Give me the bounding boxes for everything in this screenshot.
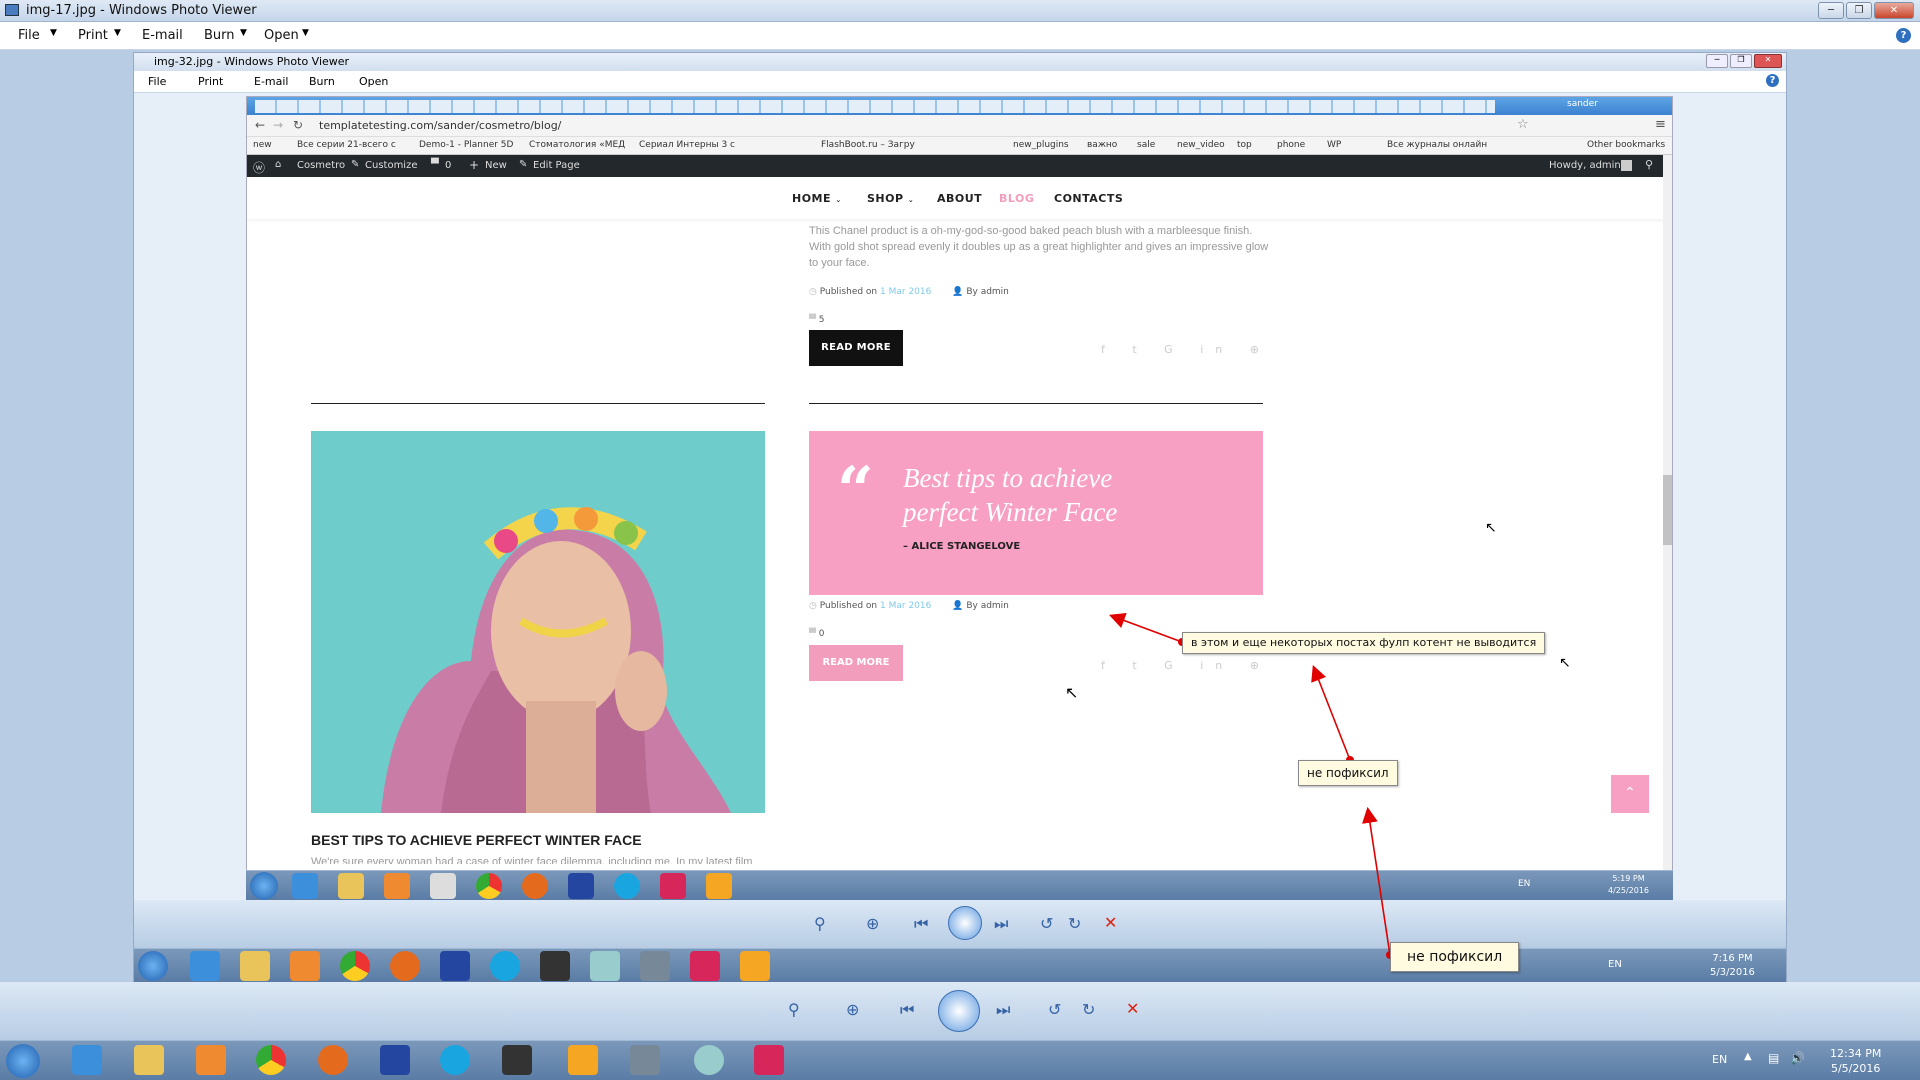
annotation-note: не пофиксил: [1298, 760, 1398, 786]
annotation-arrows: [1109, 612, 1394, 959]
arrow: [1311, 665, 1351, 761]
arrow: [1109, 612, 1183, 643]
annotation-note: не пофиксил: [1390, 942, 1520, 972]
annotation-note: в этом и еще некоторых постах фулп котен…: [1182, 632, 1546, 654]
arrow: [1362, 806, 1391, 956]
